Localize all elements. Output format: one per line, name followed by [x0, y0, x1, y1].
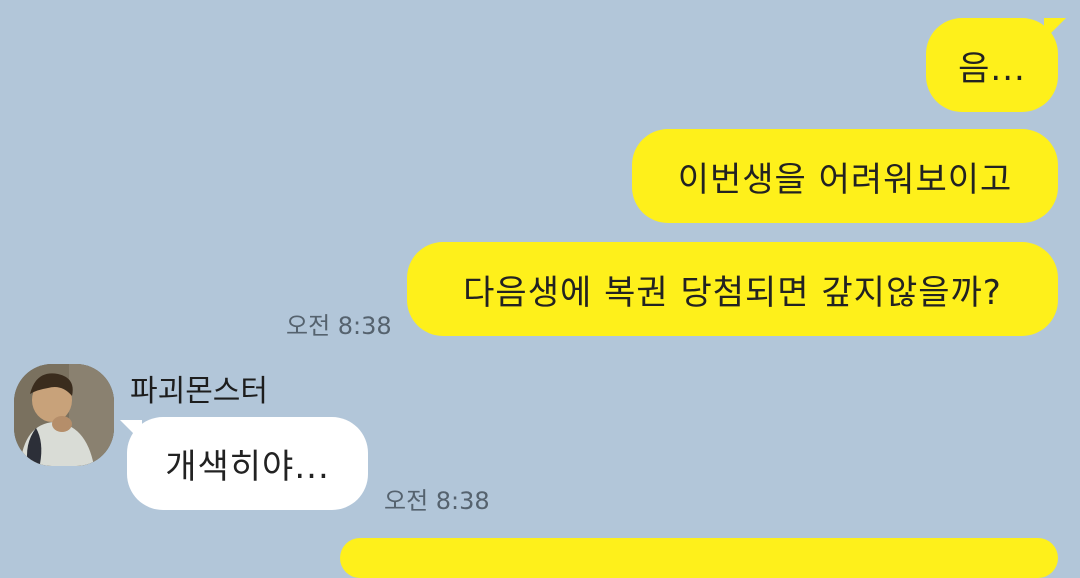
avatar[interactable] — [14, 364, 114, 466]
profile-photo — [14, 364, 114, 466]
other-message-bubble[interactable]: 개색히야... — [127, 417, 368, 510]
bubble-tail — [1044, 18, 1066, 40]
message-timestamp: 오전 8:38 — [384, 487, 490, 515]
next-message-bubble-partial[interactable] — [340, 538, 1058, 578]
message-text: 이번생을 어려워보이고 — [677, 159, 1013, 200]
my-message-bubble[interactable]: 이번생을 어려워보이고 — [632, 129, 1058, 223]
message-timestamp: 오전 8:38 — [286, 312, 392, 340]
my-message-bubble[interactable]: 다음생에 복권 당첨되면 갚지않을까? — [407, 242, 1058, 336]
message-text: 음... — [958, 48, 1026, 89]
my-message-bubble[interactable]: 음... — [926, 18, 1058, 112]
sender-name: 파괴몬스터 — [130, 374, 268, 409]
message-text: 개색히야... — [165, 447, 330, 487]
message-text: 다음생에 복권 당첨되면 갚지않을까? — [463, 272, 1002, 313]
bubble-tail — [120, 420, 142, 442]
